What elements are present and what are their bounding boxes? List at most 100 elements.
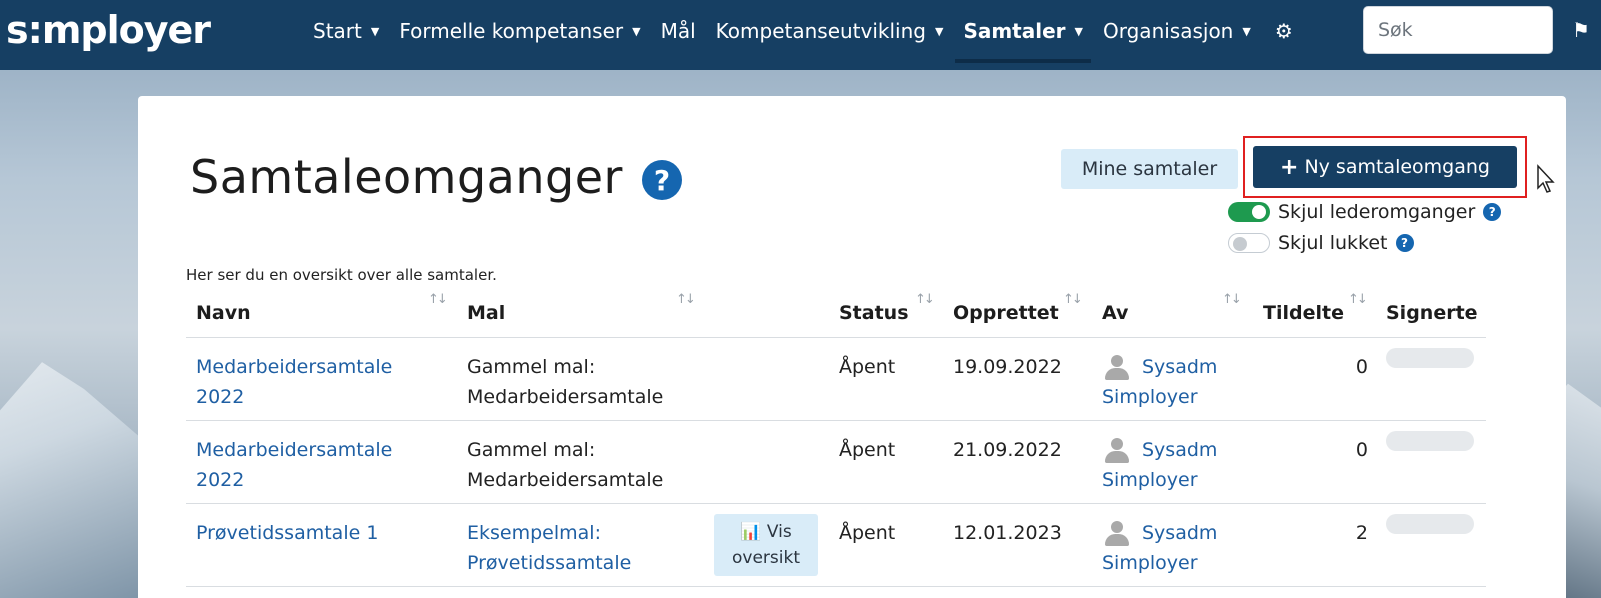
author-link-line1[interactable]: Sysadm — [1142, 518, 1217, 548]
nav-formelle-kompetanser-label: Formelle kompetanser — [399, 19, 624, 43]
new-samtaleomgang-button[interactable]: + Ny samtaleomgang — [1253, 146, 1517, 188]
user-avatar-icon — [1102, 435, 1132, 465]
nav-mal[interactable]: Mål — [651, 0, 706, 62]
toggle-hide-leader-rounds[interactable]: Skjul lederomganger ? — [1228, 201, 1502, 223]
toggle-hide-leader-rounds-label: Skjul lederomganger — [1278, 201, 1476, 223]
round-name-line2: 2022 — [196, 386, 245, 408]
caret-down-icon: ▼ — [632, 24, 641, 38]
plus-icon: + — [1280, 154, 1299, 180]
round-name-line1: Medarbeidersamtale — [196, 439, 393, 461]
toggle-hide-closed-label: Skjul lukket — [1278, 232, 1388, 254]
author-link-line2[interactable]: Simployer — [1102, 465, 1217, 495]
vis-oversikt-button[interactable]: 📊 Vis oversikt — [714, 514, 818, 576]
signed-progress-bar — [1386, 514, 1474, 534]
col-header-tildelte[interactable]: Tildelte — [1263, 302, 1344, 324]
col-header-av[interactable]: Av — [1102, 302, 1128, 324]
col-header-opprettet[interactable]: Opprettet — [953, 302, 1059, 324]
nav-kompetanseutvikling[interactable]: Kompetanseutvikling ▼ — [706, 0, 954, 62]
assigned-count: 0 — [1355, 439, 1368, 461]
nav-formelle-kompetanser[interactable]: Formelle kompetanser ▼ — [389, 0, 650, 62]
nav-samtaler[interactable]: Samtaler ▼ — [953, 0, 1093, 63]
mouse-cursor-icon — [1537, 164, 1555, 193]
template-cell: Gammel mal: Medarbeidersamtale — [467, 435, 663, 495]
author-cell: Sysadm Simployer — [1102, 518, 1217, 578]
assigned-count: 0 — [1355, 356, 1368, 378]
status-cell: Åpent — [839, 356, 896, 378]
template-line1: Gammel mal: — [467, 439, 596, 461]
author-link-line2[interactable]: Simployer — [1102, 548, 1217, 578]
author-cell: Sysadm Simployer — [1102, 352, 1217, 412]
round-name-line1: Prøvetidssamtale 1 — [196, 522, 379, 544]
new-samtaleomgang-label: Ny samtaleomgang — [1304, 156, 1490, 178]
nav-mal-label: Mål — [660, 19, 696, 43]
table-row: Medarbeidersamtale 2022 Gammel mal: Meda… — [186, 338, 1486, 421]
help-icon[interactable]: ? — [1395, 234, 1414, 252]
caret-down-icon: ▼ — [370, 24, 380, 38]
nav-organisasjon[interactable]: Organisasjon ▼ — [1093, 0, 1261, 62]
top-navbar: s:mployer Start ▼ Formelle kompetanser ▼… — [0, 0, 1601, 70]
template-line2: Prøvetidssamtale — [467, 552, 632, 574]
bar-chart-icon: 📊 — [740, 522, 762, 542]
page-title: Samtaleomganger — [190, 150, 623, 204]
table-row: Medarbeidersamtale 2022 Gammel mal: Meda… — [186, 421, 1486, 504]
main-nav: Start ▼ Formelle kompetanser ▼ Mål Kompe… — [303, 0, 1307, 63]
template-line1: Eksempelmal: — [467, 522, 601, 544]
template-cell: Gammel mal: Medarbeidersamtale — [467, 352, 663, 412]
sort-icon[interactable]: ↑↓ — [915, 292, 935, 307]
nav-start[interactable]: Start ▼ — [303, 0, 389, 62]
author-link-line1[interactable]: Sysadm — [1142, 352, 1217, 382]
toggle-hide-closed[interactable]: Skjul lukket ? — [1228, 232, 1414, 254]
help-icon[interactable]: ? — [1483, 203, 1502, 221]
round-name-link[interactable]: Prøvetidssamtale 1 — [196, 518, 378, 548]
settings-gear-icon[interactable]: ⚙ — [1261, 0, 1307, 62]
samtaleomganger-table: Navn ↑↓ Mal ↑↓ Status ↑↓ Opprettet ↑↓ Av… — [186, 286, 1486, 587]
sort-icon[interactable]: ↑↓ — [1222, 292, 1242, 307]
caret-down-icon: ▼ — [1242, 24, 1251, 38]
toggle-switch-on[interactable] — [1228, 202, 1270, 222]
round-name-link[interactable]: Medarbeidersamtale 2022 — [196, 352, 392, 412]
vis-oversikt-line1: Vis — [766, 522, 792, 542]
background-ice-left — [0, 362, 140, 598]
vis-oversikt-line2: oversikt — [732, 548, 800, 568]
table-row: Prøvetidssamtale 1 Eksempelmal: Prøvetid… — [186, 504, 1486, 587]
col-header-navn[interactable]: Navn — [196, 302, 251, 324]
caret-down-icon: ▼ — [1074, 24, 1083, 38]
table-header: Navn ↑↓ Mal ↑↓ Status ↑↓ Opprettet ↑↓ Av… — [186, 286, 1486, 338]
nav-samtaler-label: Samtaler — [963, 19, 1066, 43]
toggle-switch-off[interactable] — [1228, 233, 1270, 253]
intro-text: Her ser du en oversikt over alle samtale… — [186, 266, 497, 284]
col-header-signerte: Signerte — [1386, 302, 1478, 324]
search-input[interactable] — [1363, 6, 1553, 54]
nav-start-label: Start — [313, 19, 362, 43]
created-date-cell: 12.01.2023 — [953, 522, 1062, 544]
author-link-line1[interactable]: Sysadm — [1142, 435, 1217, 465]
mine-samtaler-button[interactable]: Mine samtaler — [1061, 149, 1238, 189]
author-link-line2[interactable]: Simployer — [1102, 382, 1217, 412]
sort-icon[interactable]: ↑↓ — [676, 292, 696, 307]
created-date-cell: 19.09.2022 — [953, 356, 1062, 378]
nav-kompetanseutvikling-label: Kompetanseutvikling — [715, 19, 926, 43]
user-avatar-icon — [1102, 352, 1132, 382]
status-cell: Åpent — [839, 439, 896, 461]
template-line2: Medarbeidersamtale — [467, 386, 664, 408]
signed-progress-bar — [1386, 348, 1474, 368]
round-name-line1: Medarbeidersamtale — [196, 356, 393, 378]
simployer-logo[interactable]: s:mployer — [6, 8, 211, 52]
flag-icon[interactable]: ⚑ — [1572, 18, 1590, 42]
template-line2: Medarbeidersamtale — [467, 469, 664, 491]
template-line1: Gammel mal: — [467, 356, 596, 378]
col-header-mal[interactable]: Mal — [467, 302, 505, 324]
sort-icon[interactable]: ↑↓ — [1063, 292, 1083, 307]
user-avatar-icon — [1102, 518, 1132, 548]
help-icon[interactable]: ? — [642, 160, 682, 200]
status-cell: Åpent — [839, 522, 896, 544]
sort-icon[interactable]: ↑↓ — [1348, 292, 1368, 307]
created-date-cell: 21.09.2022 — [953, 439, 1062, 461]
assigned-count: 2 — [1355, 522, 1368, 544]
nav-organisasjon-label: Organisasjon — [1103, 19, 1234, 43]
main-card: Samtaleomganger ? Mine samtaler + Ny sam… — [138, 96, 1566, 598]
round-name-link[interactable]: Medarbeidersamtale 2022 — [196, 435, 392, 495]
template-link[interactable]: Eksempelmal: Prøvetidssamtale — [467, 518, 631, 578]
col-header-status[interactable]: Status — [839, 302, 909, 324]
sort-icon[interactable]: ↑↓ — [428, 292, 448, 307]
